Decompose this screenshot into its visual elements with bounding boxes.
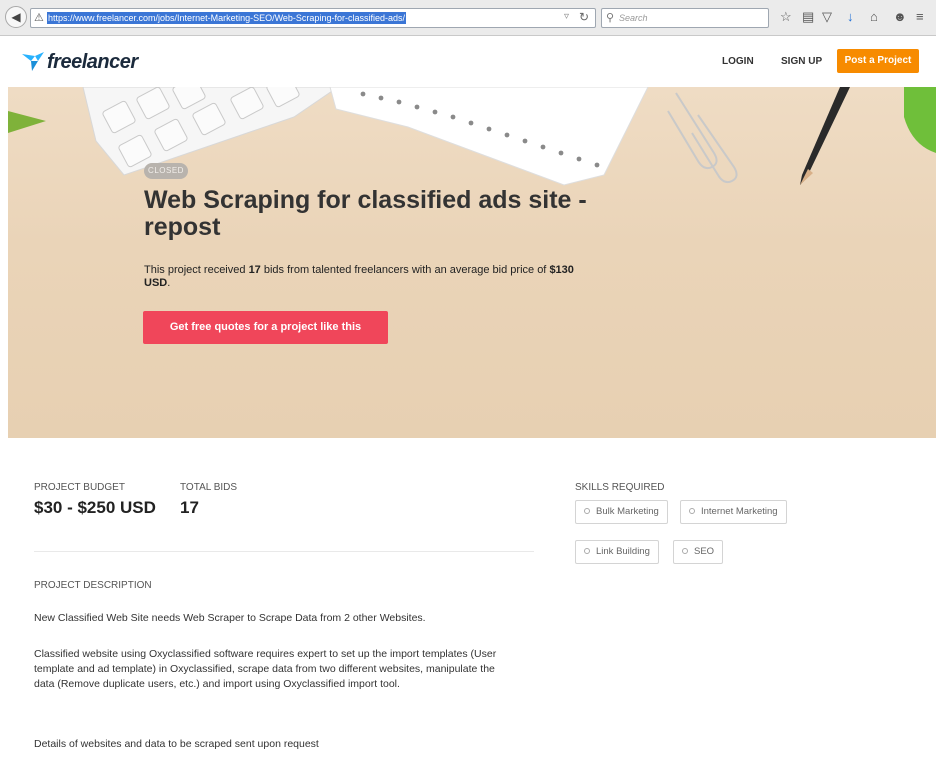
site-header: freelancer LOGIN SIGN UP Post a Project <box>0 37 936 87</box>
signup-link[interactable]: SIGN UP <box>781 56 822 67</box>
total-bids-value: 17 <box>180 498 199 517</box>
login-link[interactable]: LOGIN <box>722 56 754 67</box>
hero-banner: CLOSED Web Scraping for classified ads s… <box>8 87 936 438</box>
circle-icon <box>584 548 590 554</box>
project-budget-label: PROJECT BUDGET <box>34 482 125 493</box>
summary-prefix: This project received <box>144 264 246 276</box>
chat-icon[interactable]: ☻ <box>893 9 907 25</box>
menu-icon[interactable]: ≡ <box>916 9 924 25</box>
project-title: Web Scraping for classified ads site - r… <box>144 186 587 241</box>
warning-icon: ⚠ <box>34 12 44 24</box>
search-icon: ⚲ <box>606 12 615 24</box>
project-budget-value: $30 - $250 USD <box>34 498 156 517</box>
dropdown-arrow-icon[interactable]: ▿ <box>564 11 569 22</box>
summary-bid-count: 17 <box>248 264 261 276</box>
desk-background-illustration <box>8 87 936 186</box>
project-summary: This project received 17 bids from talen… <box>144 264 594 290</box>
circle-icon <box>584 508 590 514</box>
browser-toolbar: ◀ ⚠ https://www.freelancer.com/jobs/Inte… <box>0 0 936 36</box>
bookmark-star-icon[interactable]: ☆ <box>780 9 792 25</box>
clipboard-icon[interactable]: ▤ <box>802 9 814 25</box>
skill-tag-internet-marketing[interactable]: Internet Marketing <box>680 500 787 524</box>
post-project-button[interactable]: Post a Project <box>837 49 919 73</box>
project-description-label: PROJECT DESCRIPTION <box>34 580 152 591</box>
summary-middle: bids from talented freelancers with an a… <box>263 264 547 276</box>
back-icon[interactable]: ◀ <box>5 6 27 28</box>
description-paragraph-2: Classified website using Oxyclassified s… <box>34 648 497 690</box>
divider <box>34 551 534 552</box>
skills-required-label: SKILLS REQUIRED <box>575 482 665 493</box>
download-icon[interactable]: ↓ <box>847 9 854 25</box>
circle-icon <box>689 508 695 514</box>
get-free-quotes-button[interactable]: Get free quotes for a project like this <box>143 311 388 344</box>
skill-label: Bulk Marketing <box>596 506 659 517</box>
skill-label: Internet Marketing <box>701 506 778 517</box>
skill-tag-seo[interactable]: SEO <box>673 540 724 564</box>
search-placeholder: Search <box>619 13 648 23</box>
pocket-icon[interactable]: ▽ <box>822 9 832 25</box>
skill-tag-bulk-marketing[interactable]: Bulk Marketing <box>575 500 668 524</box>
freelancer-logo[interactable]: freelancer <box>22 49 138 75</box>
total-bids-label: TOTAL BIDS <box>180 482 238 493</box>
search-input[interactable]: ⚲ Search <box>601 8 769 28</box>
closed-badge: CLOSED <box>144 163 188 179</box>
freelancer-bird-icon <box>22 52 44 71</box>
logo-text: freelancer <box>47 50 138 73</box>
summary-suffix: . <box>167 277 171 289</box>
description-paragraph-1: New Classified Web Site needs Web Scrape… <box>34 612 426 624</box>
skill-tag-link-building[interactable]: Link Building <box>575 540 659 564</box>
url-text[interactable]: https://www.freelancer.com/jobs/Internet… <box>47 12 406 24</box>
skill-label: Link Building <box>596 546 650 557</box>
address-bar[interactable]: ⚠ https://www.freelancer.com/jobs/Intern… <box>30 8 596 28</box>
circle-icon <box>682 548 688 554</box>
skill-label: SEO <box>694 546 715 557</box>
home-icon[interactable]: ⌂ <box>870 9 878 25</box>
description-paragraph-3: Details of websites and data to be scrap… <box>34 738 319 750</box>
reload-icon[interactable]: ↻ <box>579 10 589 24</box>
